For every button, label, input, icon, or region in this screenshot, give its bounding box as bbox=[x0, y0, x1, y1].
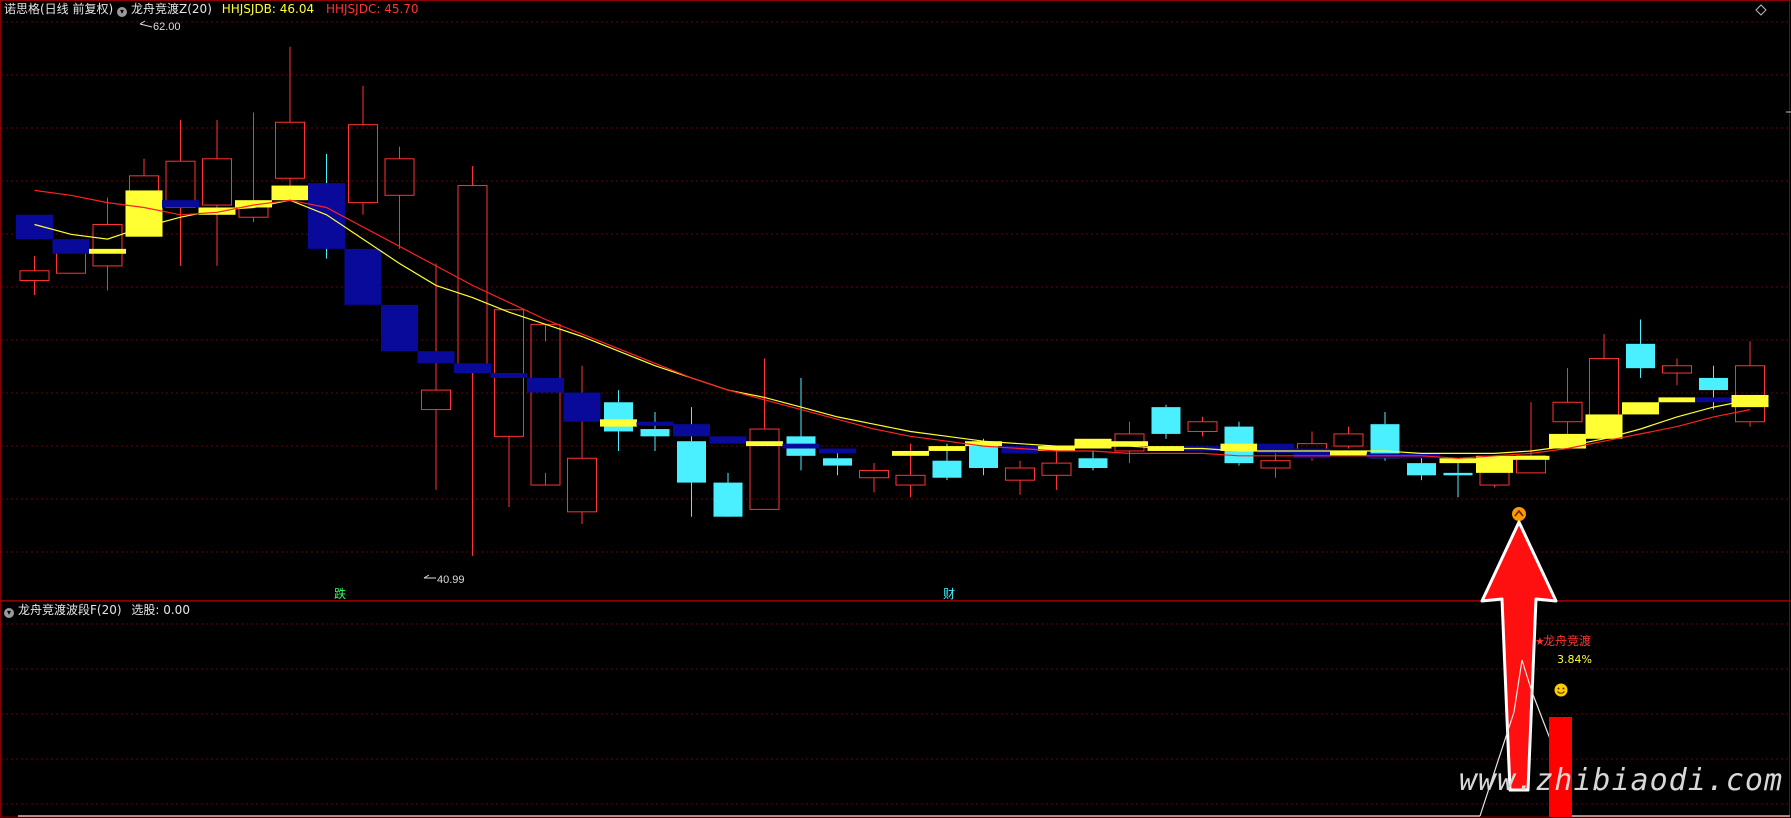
stock-title[interactable]: 诺思格(日线 前复权) bbox=[4, 2, 113, 16]
candle-body bbox=[1443, 472, 1473, 476]
overlay-bar bbox=[1257, 443, 1294, 454]
candle-body bbox=[384, 158, 415, 196]
high-marker-label: 62.00 bbox=[153, 21, 181, 33]
candle-body bbox=[1589, 357, 1619, 423]
overlay-bar bbox=[125, 190, 163, 237]
overlay-bar bbox=[1658, 397, 1696, 403]
indicator-title[interactable]: 龙舟竞渡Z(20) bbox=[131, 2, 212, 16]
overlay-bar bbox=[1622, 402, 1659, 415]
candle-body bbox=[457, 185, 488, 372]
candle-body bbox=[1407, 463, 1436, 476]
hhjsjdc-readout: HHJSJDC: 45.70 bbox=[325, 2, 419, 16]
overlay-bar bbox=[1293, 448, 1331, 459]
overlay-bar bbox=[1476, 455, 1513, 473]
candle-body bbox=[1699, 377, 1728, 391]
overlay-bar bbox=[709, 436, 747, 444]
buy-signal-icon bbox=[1512, 507, 1526, 521]
overlay-bar bbox=[381, 304, 418, 352]
candle-body bbox=[567, 457, 597, 513]
overlay-bar bbox=[417, 351, 455, 364]
candle-body bbox=[202, 158, 232, 206]
overlay-bar bbox=[1512, 455, 1550, 460]
candle-body bbox=[1078, 458, 1108, 468]
candle-body bbox=[749, 428, 780, 510]
overlay-bar bbox=[563, 392, 601, 422]
signal-label: 龙舟竞渡 bbox=[1543, 633, 1591, 648]
candle-body bbox=[1662, 365, 1692, 374]
collapse-icon[interactable]: ▾ bbox=[4, 608, 14, 618]
candle-body bbox=[1187, 421, 1218, 432]
overlay-bar bbox=[308, 183, 345, 249]
signal-star-icon: ★ bbox=[1535, 635, 1545, 648]
candle-body bbox=[1260, 460, 1291, 469]
candle-body bbox=[1626, 343, 1655, 369]
overlay-bar bbox=[636, 421, 674, 426]
candle-body bbox=[19, 270, 50, 282]
overlay-bar bbox=[928, 446, 966, 451]
candle-body bbox=[823, 458, 852, 466]
candle-body bbox=[1151, 407, 1181, 434]
overlay-bar-series bbox=[16, 183, 1769, 473]
overlay-bar bbox=[490, 373, 528, 378]
candle-body bbox=[640, 429, 670, 437]
hhjsjdb-readout: HHJSJDB: 46.04 bbox=[221, 2, 315, 16]
indicator-title-bottom[interactable]: 龙舟竞渡波段F(20) bbox=[18, 603, 122, 617]
overlay-bar bbox=[1731, 394, 1769, 408]
overlay-bar bbox=[819, 448, 856, 454]
candle-body bbox=[1370, 424, 1400, 459]
overlay-bar bbox=[162, 200, 199, 208]
top-header: 诺思格(日线 前复权) ▾ 龙舟竞渡Z(20) HHJSJDB: 46.04 HH… bbox=[4, 1, 419, 17]
candle-body bbox=[1735, 365, 1765, 423]
overlay-bar bbox=[454, 363, 491, 374]
overlay-bar bbox=[1330, 450, 1367, 456]
overlay-bar bbox=[89, 248, 126, 254]
smiley-icon bbox=[1554, 683, 1568, 697]
candle-body bbox=[604, 402, 633, 432]
overlay-bar bbox=[1111, 441, 1148, 447]
overlay-bar bbox=[1074, 438, 1112, 449]
overlay-bar bbox=[1439, 458, 1477, 464]
overlay-bar bbox=[271, 185, 309, 201]
low-marker-label: 40.99 bbox=[437, 574, 465, 586]
candle-body bbox=[348, 124, 378, 204]
up-arrow-annotation bbox=[1480, 520, 1558, 792]
overlay-bar bbox=[527, 377, 564, 393]
event-marker-finance[interactable]: 财 bbox=[943, 587, 955, 601]
overlay-bar bbox=[782, 443, 820, 449]
scroll-toggle-icon[interactable] bbox=[1755, 4, 1767, 16]
overlay-bar bbox=[673, 424, 710, 437]
low-marker: 40.99 bbox=[423, 574, 465, 586]
stock-chart-frame: 62.00 40.99 跌 财 龙舟竞渡 ★ 3.84% bbox=[0, 0, 1791, 818]
overlay-bar bbox=[52, 239, 90, 254]
candle-body bbox=[92, 224, 123, 267]
candle-body bbox=[1552, 401, 1583, 423]
overlay-bar bbox=[892, 450, 929, 456]
select-readout: 选股: 0.00 bbox=[131, 603, 190, 617]
candlestick-series bbox=[19, 46, 1765, 556]
candle-body bbox=[677, 441, 706, 483]
candle-body bbox=[895, 474, 926, 486]
high-marker: 62.00 bbox=[139, 20, 181, 33]
candle-body bbox=[530, 323, 561, 486]
signal-value: 3.84% bbox=[1557, 653, 1592, 666]
bottom-header: ▾ 龙舟竞渡波段F(20) 选股: 0.00 bbox=[4, 602, 190, 618]
overlay-bar bbox=[600, 419, 637, 427]
candle-body bbox=[275, 121, 305, 179]
candle-body bbox=[859, 469, 889, 479]
candle-body bbox=[1005, 467, 1035, 481]
overlay-bar bbox=[1695, 397, 1732, 403]
ma-long-line bbox=[34, 189, 1751, 459]
ma-short-line bbox=[34, 199, 1751, 454]
overlay-bar bbox=[16, 214, 53, 240]
event-marker-drop[interactable]: 跌 bbox=[334, 586, 346, 601]
candle-body bbox=[713, 482, 743, 517]
overlay-bar bbox=[746, 441, 783, 447]
watermark: www.zhibiaodi.com bbox=[1458, 763, 1783, 798]
candle-body bbox=[1333, 433, 1364, 447]
collapse-icon[interactable]: ▾ bbox=[117, 7, 128, 17]
candle-body bbox=[932, 460, 962, 478]
candle-body bbox=[1041, 462, 1072, 476]
overlay-bar bbox=[344, 248, 382, 305]
